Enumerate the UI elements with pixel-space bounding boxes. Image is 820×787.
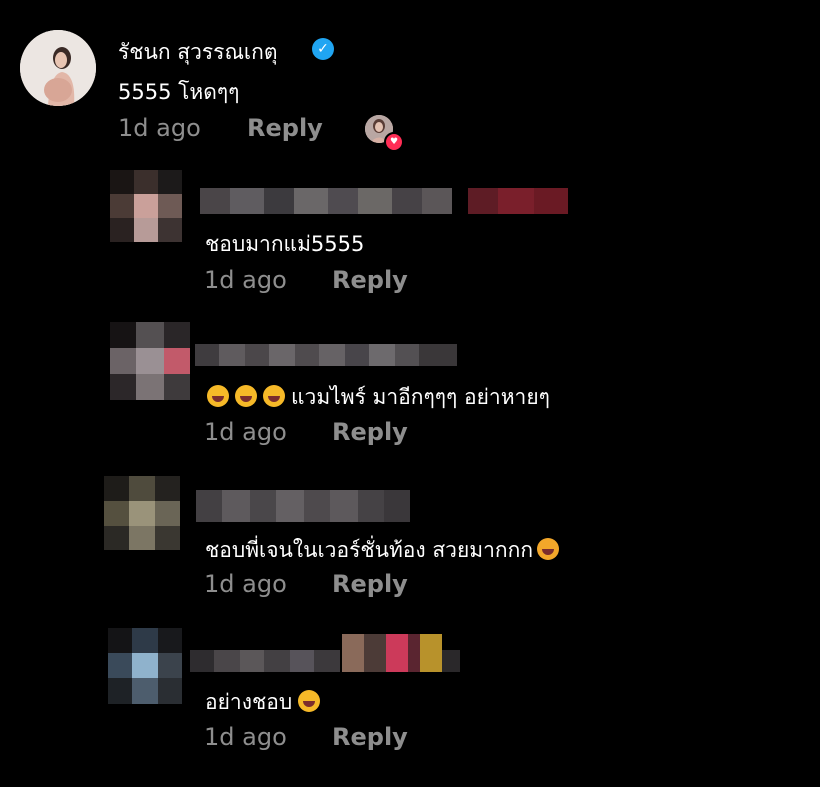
- heart-face-emoji: [537, 538, 560, 560]
- rolling-laughing-emoji: [235, 385, 257, 407]
- author-username[interactable]: รัชนก สุวรรณเกตุ: [118, 36, 277, 69]
- reply-text: ชอบพี่เจนในเวอร์ชั่นท้อง สวยมากกก: [205, 534, 565, 567]
- reply-avatar-pixelated[interactable]: [110, 170, 182, 242]
- reply-avatar-pixelated[interactable]: [110, 322, 190, 400]
- reply-username-pixelated[interactable]: [190, 634, 460, 672]
- rolling-laughing-emoji: [263, 385, 285, 407]
- reply-button[interactable]: Reply: [332, 418, 408, 446]
- reply-username-pixelated[interactable]: [200, 188, 568, 214]
- reply-text: แวมไพร์ มาอีกๆๆๆ อย่าหายๆ: [207, 381, 550, 414]
- reply-time: 1d ago: [204, 266, 287, 294]
- reply-button[interactable]: Reply: [332, 570, 408, 598]
- reply-time: 1d ago: [204, 723, 287, 751]
- comment-text: 5555 โหดๆๆ: [118, 80, 240, 104]
- reply-time: 1d ago: [204, 570, 287, 598]
- reply-text: อย่างชอบ: [205, 686, 326, 719]
- reply-text-body: อย่างชอบ: [205, 690, 293, 714]
- reply-button[interactable]: Reply: [247, 114, 323, 142]
- reply-button[interactable]: Reply: [332, 723, 408, 751]
- reply-button[interactable]: Reply: [332, 266, 408, 294]
- laughing-emoji: [298, 690, 321, 712]
- verified-check-icon: ✓: [312, 38, 334, 60]
- reply-avatar-pixelated[interactable]: [104, 476, 180, 550]
- reply-avatar-pixelated[interactable]: [108, 628, 182, 704]
- comment-time: 1d ago: [118, 114, 201, 142]
- heart-icon: ♥: [384, 132, 404, 152]
- author-avatar[interactable]: [20, 30, 96, 106]
- reply-username-pixelated[interactable]: [196, 490, 410, 522]
- reply-username-pixelated[interactable]: [195, 344, 457, 366]
- rolling-laughing-emoji: [207, 385, 229, 407]
- reply-text: ชอบมากแม่5555: [205, 232, 365, 256]
- reply-time: 1d ago: [204, 418, 287, 446]
- reply-text-body: ชอบพี่เจนในเวอร์ชั่นท้อง สวยมากกก: [205, 538, 534, 562]
- reply-text-body: แวมไพร์ มาอีกๆๆๆ อย่าหายๆ: [291, 385, 550, 409]
